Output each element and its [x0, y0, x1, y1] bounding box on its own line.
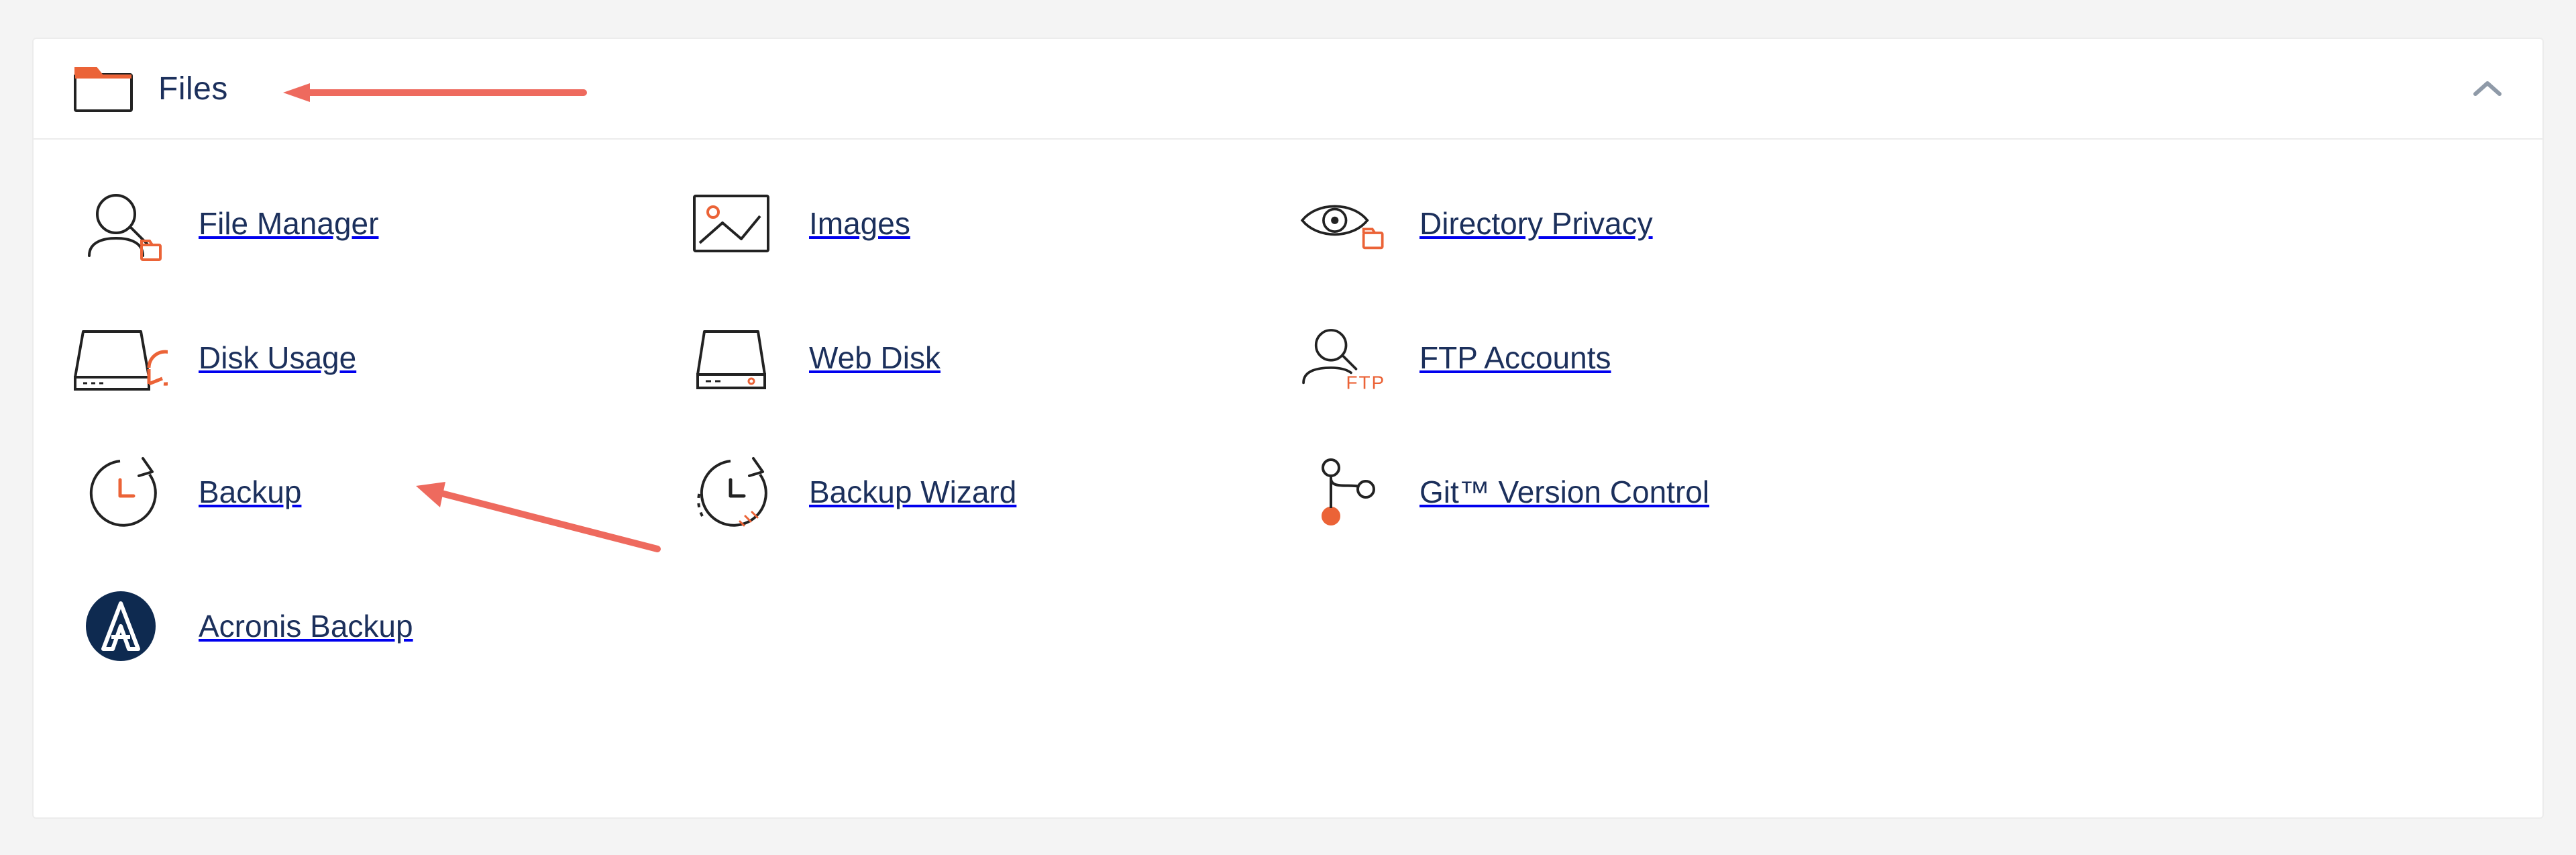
acronis-label: Acronis Backup	[199, 608, 413, 644]
files-panel-header[interactable]: Files	[34, 39, 2542, 140]
empty-cell	[1905, 442, 2502, 542]
file-manager-icon	[74, 183, 168, 264]
files-grid: File Manager Images	[74, 173, 2502, 676]
directory-privacy-label: Directory Privacy	[1419, 205, 1653, 242]
ftp-accounts-label: FTP Accounts	[1419, 340, 1611, 376]
ftp-accounts-icon: FTP	[1295, 317, 1389, 398]
images-label: Images	[809, 205, 910, 242]
backup-wizard-link[interactable]: Backup Wizard	[684, 442, 1281, 542]
empty-cell	[1905, 576, 2502, 676]
annotation-arrow-backup	[416, 479, 671, 560]
acronis-icon	[74, 586, 168, 666]
empty-cell	[1295, 576, 1892, 676]
disk-usage-icon	[74, 317, 168, 398]
backup-link[interactable]: Backup	[74, 442, 671, 542]
web-disk-label: Web Disk	[809, 340, 941, 376]
disk-usage-link[interactable]: Disk Usage	[74, 307, 671, 408]
git-version-control-link[interactable]: Git™ Version Control	[1295, 442, 1892, 542]
empty-cell	[684, 576, 1281, 676]
annotation-arrow-files	[283, 79, 592, 106]
collapse-caret-icon[interactable]	[2473, 79, 2502, 98]
file-manager-label: File Manager	[199, 205, 378, 242]
files-panel: Files Fi	[32, 38, 2544, 819]
directory-privacy-link[interactable]: Directory Privacy	[1295, 173, 1892, 274]
empty-cell	[1905, 307, 2502, 408]
empty-cell	[1905, 173, 2502, 274]
acronis-backup-link[interactable]: Acronis Backup	[74, 576, 671, 676]
backup-icon	[74, 452, 168, 532]
files-panel-body: File Manager Images	[34, 140, 2542, 717]
images-link[interactable]: Images	[684, 173, 1281, 274]
directory-privacy-icon	[1295, 183, 1389, 264]
panel-title-wrap: Files	[74, 65, 228, 112]
backup-wizard-label: Backup Wizard	[809, 474, 1016, 510]
disk-usage-label: Disk Usage	[199, 340, 356, 376]
git-icon	[1295, 452, 1389, 532]
panel-title: Files	[158, 70, 228, 107]
git-label: Git™ Version Control	[1419, 474, 1709, 510]
images-icon	[684, 183, 778, 264]
ftp-accounts-link[interactable]: FTP FTP Accounts	[1295, 307, 1892, 408]
backup-wizard-icon	[684, 452, 778, 532]
backup-label: Backup	[199, 474, 301, 510]
folder-icon	[74, 65, 133, 112]
web-disk-link[interactable]: Web Disk	[684, 307, 1281, 408]
web-disk-icon	[684, 317, 778, 398]
svg-text:FTP: FTP	[1346, 372, 1385, 393]
file-manager-link[interactable]: File Manager	[74, 173, 671, 274]
